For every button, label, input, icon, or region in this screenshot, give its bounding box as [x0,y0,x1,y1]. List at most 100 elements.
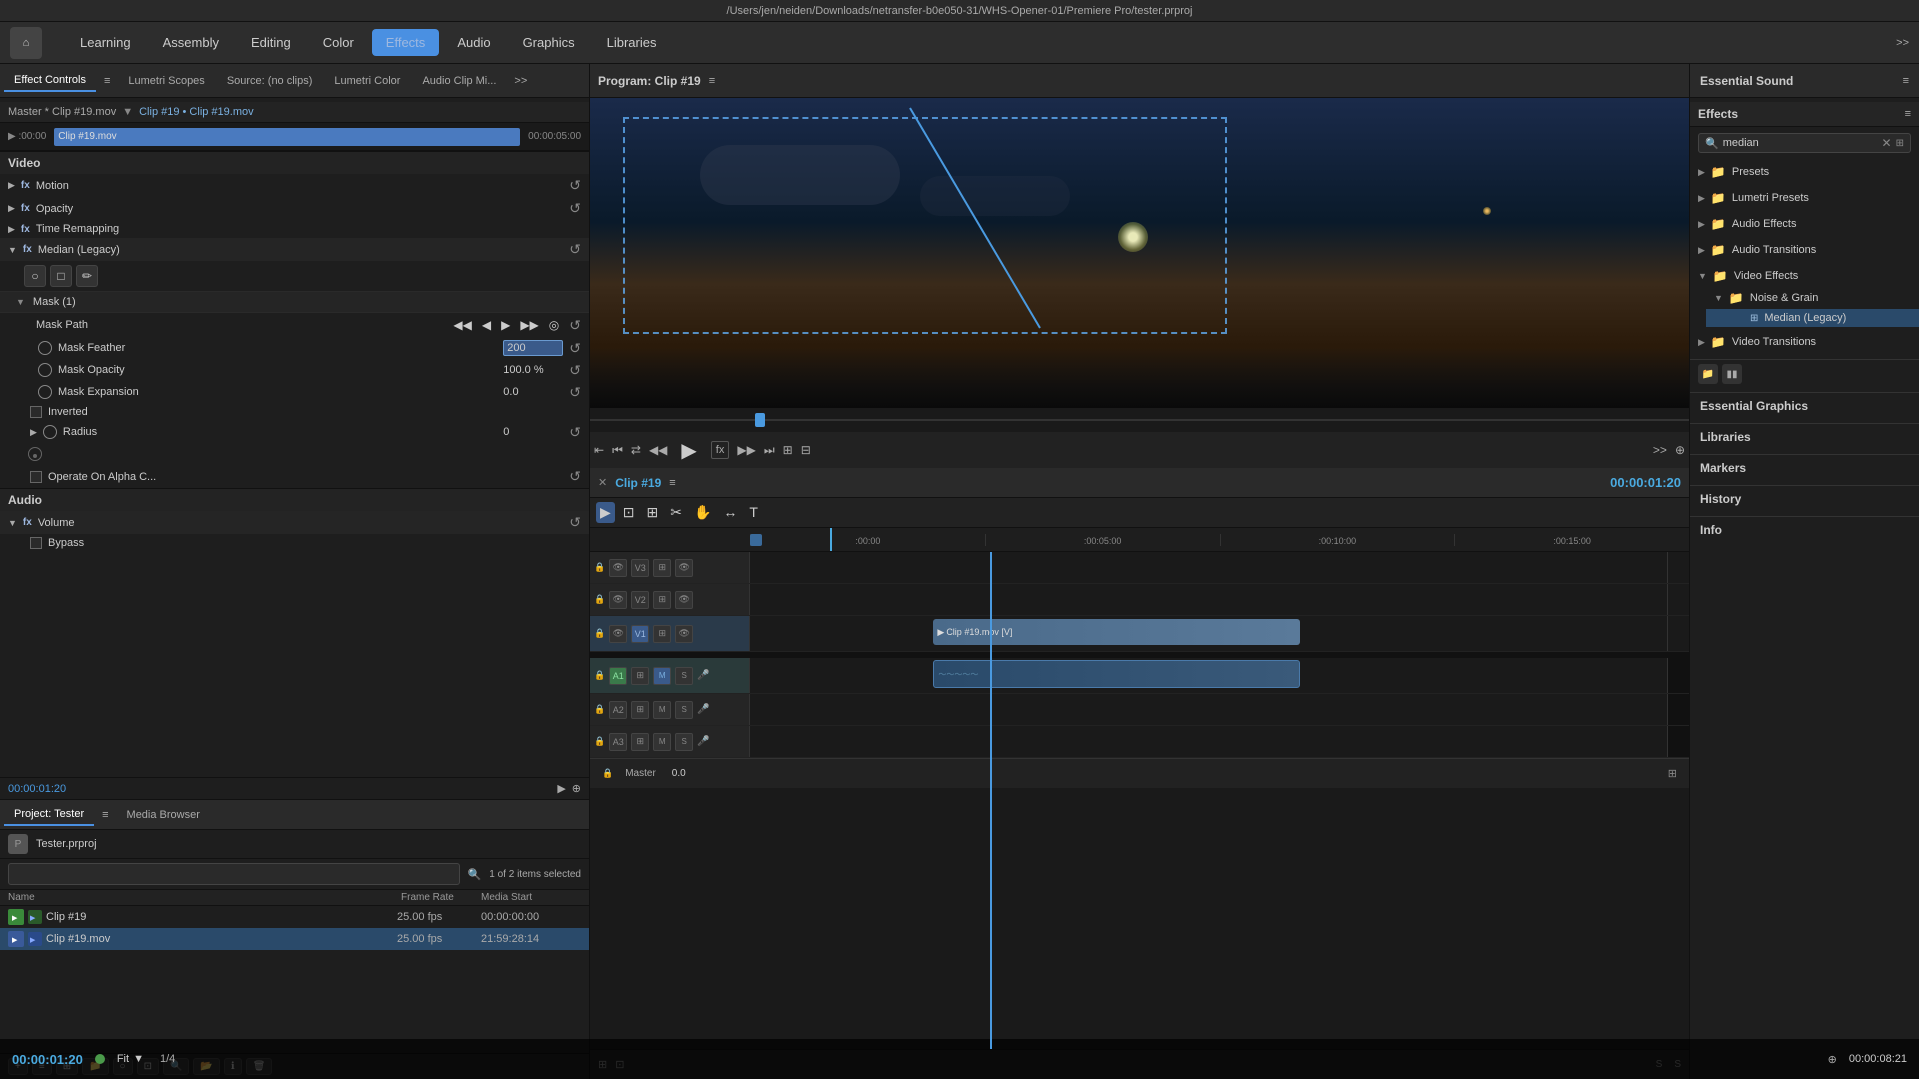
time-remapping-header[interactable]: ▶ fx Time Remapping [0,220,589,238]
v2-sync-btn[interactable]: ⊞ [653,591,671,609]
history-title[interactable]: History [1690,486,1919,512]
ctrl-jog-fwd[interactable]: ▶▶ [737,443,755,457]
folder-audio-transitions-row[interactable]: ▶ 📁 Audio Transitions [1690,239,1919,261]
mask-ellipse-tool[interactable]: ○ [24,265,46,287]
ctrl-step-fwd[interactable]: ⏭ [764,443,775,458]
radius-reset[interactable]: ↺ [569,424,581,441]
radius-knob[interactable] [28,447,42,461]
mask-play[interactable]: ▶ [497,316,514,334]
ctrl-overwrite[interactable]: ⊟ [801,443,811,457]
tab-source[interactable]: Source: (no clips) [217,71,323,91]
tab-media-browser[interactable]: Media Browser [117,805,210,825]
opacity-header[interactable]: ▶ fx Opacity ↺ [0,197,589,220]
a3-lock-icon[interactable]: 🔒 [594,736,605,747]
ctrl-insert[interactable]: ⊞ [783,443,793,457]
project-item-clip19mov[interactable]: ▶ ▶ Clip #19.mov 25.00 fps 21:59:28:14 [0,928,589,950]
effects-panel-menu-btn[interactable]: ▮▮ [1722,364,1742,384]
v3-sync-btn[interactable]: ⊞ [653,559,671,577]
tab-lumetri-scopes[interactable]: Lumetri Scopes [118,71,214,91]
scrubber-head[interactable] [755,413,765,427]
markers-title[interactable]: Markers [1690,455,1919,481]
v2-lock-icon[interactable]: 🔒 [594,594,605,605]
effects-menu-icon[interactable]: ≡ [1905,108,1911,120]
mask-prev-frame[interactable]: ◀ [478,316,495,334]
more-icon[interactable]: >> [1896,37,1909,49]
effects-search-extra[interactable]: ⊞ [1896,138,1904,149]
a1-m-btn[interactable]: M [653,667,671,685]
essential-sound-menu[interactable]: ≡ [1903,75,1909,87]
motion-header[interactable]: ▶ fx Motion ↺ [0,174,589,197]
mask-next-frame[interactable]: ▶▶ [516,316,542,334]
tl-tool-razor[interactable]: ✂ [666,502,686,523]
ctrl-play[interactable]: ▶ [675,436,702,465]
volume-header[interactable]: ▼ fx Volume ↺ [0,511,589,534]
bypass-checkbox[interactable] [30,537,42,549]
master-end-icon[interactable]: ⊞ [1668,767,1677,780]
a3-btn[interactable]: A3 [609,733,627,751]
tab-assembly[interactable]: Assembly [149,29,233,56]
a1-s-btn[interactable]: S [675,667,693,685]
timeline-close-icon[interactable]: ✕ [598,476,607,489]
mask-section-header[interactable]: ▼ Mask (1) [0,291,589,313]
v1-eye2-btn[interactable]: 👁 [675,625,693,643]
a1-lock-icon[interactable]: 🔒 [594,670,605,681]
master-lock-icon[interactable]: 🔒 [602,768,613,779]
tab-editing[interactable]: Editing [237,29,305,56]
ec-clip-bar[interactable]: Clip #19.mov [54,128,520,146]
ctrl-jog-back[interactable]: ◀◀ [649,443,667,457]
v1-btn[interactable]: V1 [631,625,649,643]
v1-sync-btn[interactable]: ⊞ [653,625,671,643]
tab-graphics[interactable]: Graphics [509,29,589,56]
ctrl-loop[interactable]: ⇄ [631,443,641,457]
a1-sync-btn[interactable]: ⊞ [631,667,649,685]
median-reset[interactable]: ↺ [569,241,581,258]
v2-eye-btn[interactable]: 👁 [609,591,627,609]
mask-opacity-value[interactable]: 100.0 % [503,364,563,376]
folder-video-transitions-row[interactable]: ▶ 📁 Video Transitions [1690,331,1919,353]
v1-lock-icon[interactable]: 🔒 [594,628,605,639]
a2-s-btn[interactable]: S [675,701,693,719]
libraries-title[interactable]: Libraries [1690,424,1919,450]
v1-clip[interactable]: ▶ Clip #19.mov [V] [933,619,1300,645]
info-title[interactable]: Info [1690,517,1919,543]
a3-m-btn[interactable]: M [653,733,671,751]
ctrl-add[interactable]: ⊕ [1675,443,1685,457]
project-search-icon[interactable]: 🔍 [468,868,482,881]
mask-expansion-value[interactable]: 0.0 [503,386,563,398]
ctrl-step-back[interactable]: ⏮ [612,443,623,458]
effects-search-clear[interactable]: ✕ [1882,136,1892,150]
a2-mic-icon[interactable]: 🎤 [697,704,709,715]
operate-on-alpha-reset[interactable]: ↺ [569,468,581,485]
tab-learning[interactable]: Learning [66,29,145,56]
a3-s-btn[interactable]: S [675,733,693,751]
median-legacy-header[interactable]: ▼ fx Median (Legacy) ↺ [0,238,589,261]
inverted-checkbox[interactable] [30,406,42,418]
operate-on-alpha-row[interactable]: Operate On Alpha C... ↺ [0,465,589,488]
opacity-reset[interactable]: ↺ [569,200,581,217]
mask-rect-tool[interactable]: □ [50,265,72,287]
tl-tool-track-select[interactable]: ⊡ [619,502,639,523]
timeline-menu-icon[interactable]: ≡ [669,477,675,489]
v1-eye-btn[interactable]: 👁 [609,625,627,643]
mask-pen-tool[interactable]: ✏ [76,265,98,287]
project-item-clip19[interactable]: ▶ ▶ Clip #19 25.00 fps 00:00:00:00 [0,906,589,928]
a2-btn[interactable]: A2 [609,701,627,719]
motion-reset[interactable]: ↺ [569,177,581,194]
mask-path-reset[interactable]: ↺ [569,317,581,334]
tab-audio[interactable]: Audio [443,29,504,56]
v2-btn[interactable]: V2 [631,591,649,609]
v3-eye-btn[interactable]: 👁 [609,559,627,577]
ctrl-expand[interactable]: >> [1653,443,1667,457]
panel-expand-icon[interactable]: >> [508,71,533,91]
v3-lock-icon[interactable]: 🔒 [594,562,605,573]
mask-expansion-reset[interactable]: ↺ [569,384,581,401]
folder-video-effects-row[interactable]: ▼ 📁 Video Effects [1690,265,1919,287]
project-search-input[interactable] [8,863,460,885]
tab-effects[interactable]: Effects [372,29,440,56]
mask-add-keyframe[interactable]: ◎ [545,316,563,334]
a3-sync-btn[interactable]: ⊞ [631,733,649,751]
inverted-row[interactable]: Inverted [0,403,589,421]
v2-eye2-btn[interactable]: 👁 [675,591,693,609]
effect-controls-menu-icon[interactable]: ≡ [98,71,116,91]
folder-audio-effects-row[interactable]: ▶ 📁 Audio Effects [1690,213,1919,235]
